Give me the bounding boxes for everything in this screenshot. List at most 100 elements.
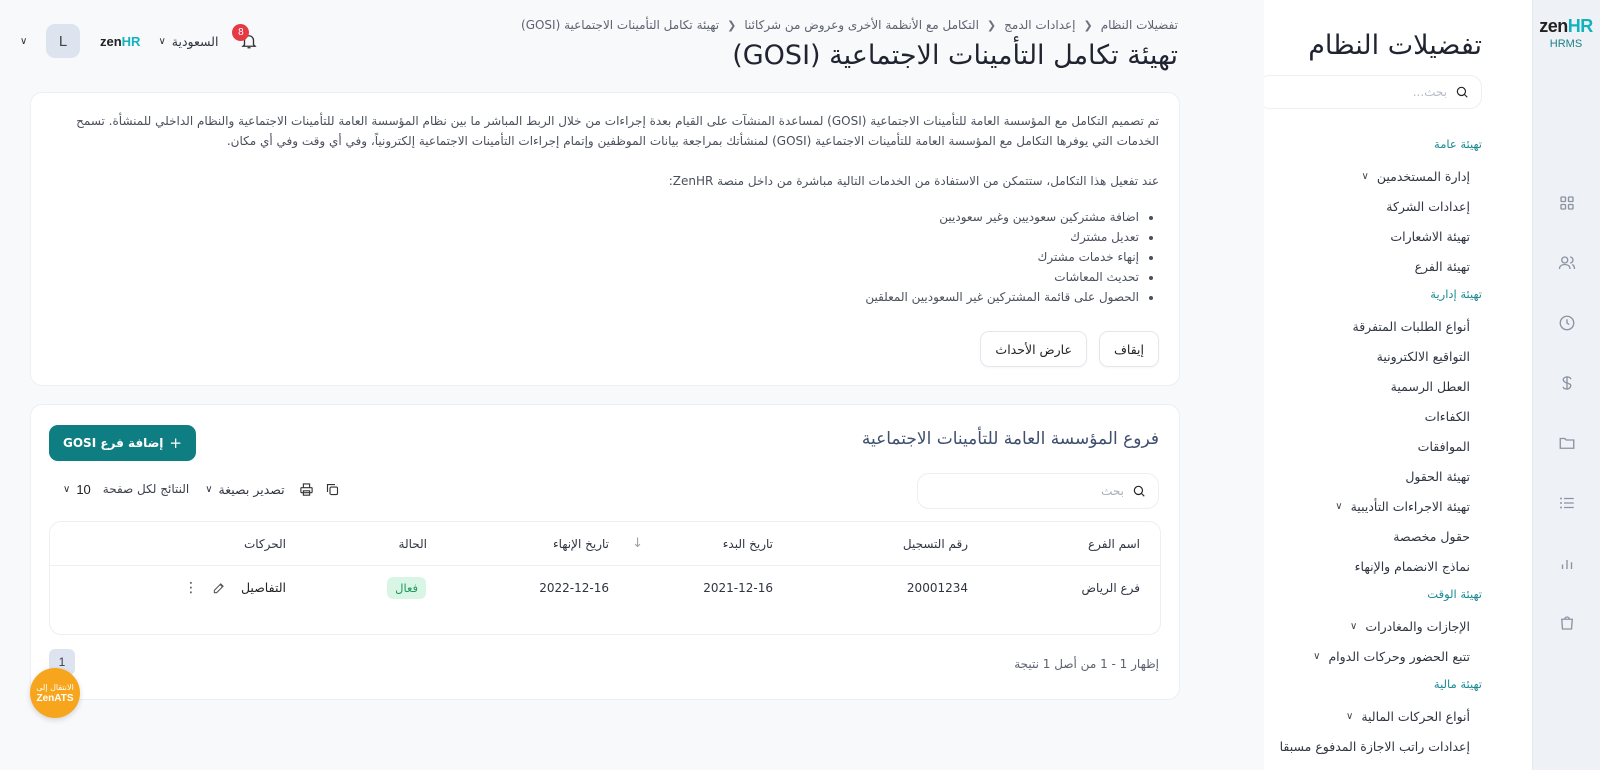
branches-search-input[interactable] — [930, 484, 1124, 498]
list-icon[interactable] — [1555, 491, 1579, 515]
sidebar-item-label: نماذج الانضمام والإنهاء — [1354, 559, 1470, 574]
column-header-end-date[interactable]: تاريخ الإنهاء — [553, 522, 609, 566]
add-branch-label: إضافة فرع GOSI — [63, 436, 164, 450]
avatar[interactable]: L — [46, 24, 80, 58]
chevron-down-icon: ∨ — [158, 35, 166, 47]
company-logo-accent: HR — [121, 33, 141, 49]
sidebar-item-label: تهيئة الحقول — [1405, 469, 1470, 484]
sidebar-item[interactable]: تهيئة الفرع — [1270, 252, 1470, 282]
export-label: تصدير بصيغة — [218, 481, 285, 497]
clock-icon[interactable] — [1555, 311, 1579, 335]
dollar-icon[interactable] — [1555, 371, 1579, 395]
sidebar-item[interactable]: التواقيع الالكترونية — [1270, 342, 1470, 372]
sidebar-item[interactable]: الموافقات — [1270, 432, 1470, 462]
intro-card: تم تصميم التكامل مع المؤسسة العامة للتأم… — [30, 92, 1180, 386]
column-header-status: الحالة — [398, 537, 427, 551]
sidebar-search-input[interactable] — [1271, 85, 1447, 99]
stop-button[interactable]: إيقاف — [1098, 331, 1159, 367]
list-item: اضافة مشتركين سعوديين وغير سعوديين — [55, 207, 1139, 227]
details-link[interactable]: التفاصيل — [241, 566, 286, 610]
sidebar-item-label: التواقيع الالكترونية — [1376, 349, 1470, 364]
services-list: اضافة مشتركين سعوديين وغير سعوديين تعديل… — [55, 207, 1159, 307]
breadcrumb-item[interactable]: التكامل مع الأنظمة الأخرى وعروض من شركائ… — [744, 18, 979, 32]
user-menu-chevron-icon[interactable]: ∨ — [20, 36, 32, 47]
company-logo[interactable]: zenHR — [100, 34, 140, 49]
chevron-left-icon: ❮ — [727, 18, 737, 32]
logo-accent: HR — [1567, 16, 1594, 36]
intro-actions: إيقاف عارض الأحداث — [980, 331, 1159, 367]
sidebar-item[interactable]: تتبع الحضور وحركات الدوام ∨ — [1270, 642, 1470, 672]
settings-sidebar: تفضيلات النظام تهيئة عامة إدارة المستخدمي… — [1264, 0, 1532, 770]
zenats-line2: ZenATS — [36, 692, 74, 704]
sidebar-item[interactable]: العطل الرسمية — [1270, 372, 1470, 402]
print-icon[interactable] — [299, 481, 315, 497]
list-item: تعديل مشترك — [55, 227, 1139, 247]
breadcrumb-item[interactable]: إعدادات الدمج — [1004, 18, 1075, 32]
country-label: السعودية — [171, 33, 219, 49]
add-gosi-branch-button[interactable]: + إضافة فرع GOSI — [49, 425, 196, 461]
sidebar-item[interactable]: أنواع الحركات المالية ∨ — [1270, 702, 1470, 732]
sidebar-item[interactable]: تهيئة الحقول — [1270, 462, 1470, 492]
more-options-icon[interactable]: ⋮ — [184, 566, 198, 610]
bag-icon[interactable] — [1555, 611, 1579, 635]
sidebar-item[interactable]: تهيئة الاشعارات — [1270, 222, 1470, 252]
notifications-button[interactable]: 8 — [232, 24, 264, 56]
sidebar-menu: تهيئة عامة إدارة المستخدمين ∨ إعدادات الشرك… — [1270, 132, 1482, 762]
grid-icon[interactable] — [1555, 191, 1579, 215]
sidebar-item[interactable]: إعدادات الشركة — [1270, 192, 1470, 222]
sidebar-section-heading: تهيئة مالية — [1433, 677, 1482, 691]
sidebar-item-label: العطل الرسمية — [1390, 379, 1470, 394]
column-header-registration[interactable]: رقم التسجيل — [903, 522, 968, 566]
sidebar-item[interactable]: الإجازات والمغادرات ∨ — [1270, 612, 1470, 642]
sidebar-item[interactable]: إدارة المستخدمين ∨ — [1270, 162, 1470, 192]
chevron-down-icon: ∨ — [1361, 171, 1369, 182]
sort-arrow-icon[interactable]: ↓ — [632, 522, 643, 566]
zenhr-logo[interactable]: zenHR HRMS — [1532, 16, 1600, 50]
sidebar-item-label: إعدادات راتب الاجازة المدفوع مسبقا — [1279, 739, 1470, 754]
event-viewer-button[interactable]: عارض الأحداث — [980, 331, 1087, 367]
sidebar-item[interactable]: أنواع الطلبات المتفرقة — [1270, 312, 1471, 342]
sidebar-item[interactable]: إعدادات راتب الاجازة المدفوع مسبقا — [1270, 732, 1470, 762]
sidebar-item[interactable]: تهيئة الاجراءات التأديبية ∨ — [1270, 492, 1470, 522]
sidebar-item-label: أنواع الطلبات المتفرقة — [1352, 319, 1471, 334]
product-name: HRMS — [1549, 38, 1583, 50]
sidebar-item[interactable]: حقول مخصصة — [1270, 522, 1470, 552]
bar-chart-icon[interactable] — [1555, 551, 1579, 575]
table-toolbar: ∨ 10 النتائج لكل صفحة ∨ تصدير بصيغة — [63, 481, 341, 497]
chevron-down-icon: ∨ — [1335, 501, 1343, 512]
per-page-label: النتائج لكل صفحة — [102, 482, 190, 496]
copy-icon[interactable] — [325, 481, 341, 497]
column-header-start-date[interactable]: تاريخ البدء — [723, 522, 773, 566]
folder-icon[interactable] — [1555, 431, 1579, 455]
company-logo-brand: zen — [100, 33, 122, 49]
breadcrumb-item[interactable]: تفضيلات النظام — [1101, 18, 1178, 32]
breadcrumb-current: تهيئة تكامل التأمينات الاجتماعية (GOSI) — [521, 18, 720, 32]
sidebar-search — [1264, 75, 1482, 109]
users-icon[interactable] — [1555, 251, 1579, 275]
sidebar-item[interactable]: الكفاءات — [1270, 402, 1470, 432]
per-page-selector[interactable]: ∨ 10 النتائج لكل صفحة — [63, 482, 189, 497]
country-selector[interactable]: السعودية ∨ — [158, 34, 218, 49]
zenats-switch-button[interactable]: الانتقال إلى ZenATS — [30, 668, 80, 718]
sidebar-item-label: تتبع الحضور وحركات الدوام — [1328, 649, 1470, 664]
sidebar-item-label: تهيئة الفرع — [1414, 259, 1470, 274]
edit-pencil-icon[interactable] — [212, 566, 226, 610]
breadcrumb: تفضيلات النظام ❮ إعدادات الدمج ❮ التكامل… — [521, 18, 1178, 32]
sidebar-section-heading: تهيئة إدارية — [1430, 287, 1482, 301]
sidebar-item-label: الموافقات — [1417, 439, 1470, 454]
chevron-down-icon: ∨ — [205, 483, 213, 495]
sidebar-item[interactable]: نماذج الانضمام والإنهاء — [1270, 552, 1470, 582]
branch-name: فرع الرياض — [1081, 581, 1140, 595]
table-row: فرع الرياض 20001234 2021-12-16 2022-12-1… — [50, 566, 1160, 610]
status-badge: فعال — [387, 577, 426, 599]
chevron-down-icon: ∨ — [63, 483, 71, 495]
status-cell: فعال — [387, 566, 426, 610]
list-item: إنهاء خدمات مشترك — [55, 247, 1140, 267]
column-header-name[interactable]: اسم الفرع — [1088, 522, 1140, 566]
list-item: الحصول على قائمة المشتركين غير السعوديين… — [55, 287, 1139, 307]
topbar-controls: ∨ L zenHR السعودية ∨ 8 — [20, 24, 264, 58]
list-item: تحديث المعاشات — [55, 267, 1139, 287]
column-header-actions: الحركات — [243, 537, 286, 551]
export-dropdown[interactable]: ∨ تصدير بصيغة — [205, 482, 284, 497]
zenats-line1: الانتقال إلى — [36, 682, 74, 692]
